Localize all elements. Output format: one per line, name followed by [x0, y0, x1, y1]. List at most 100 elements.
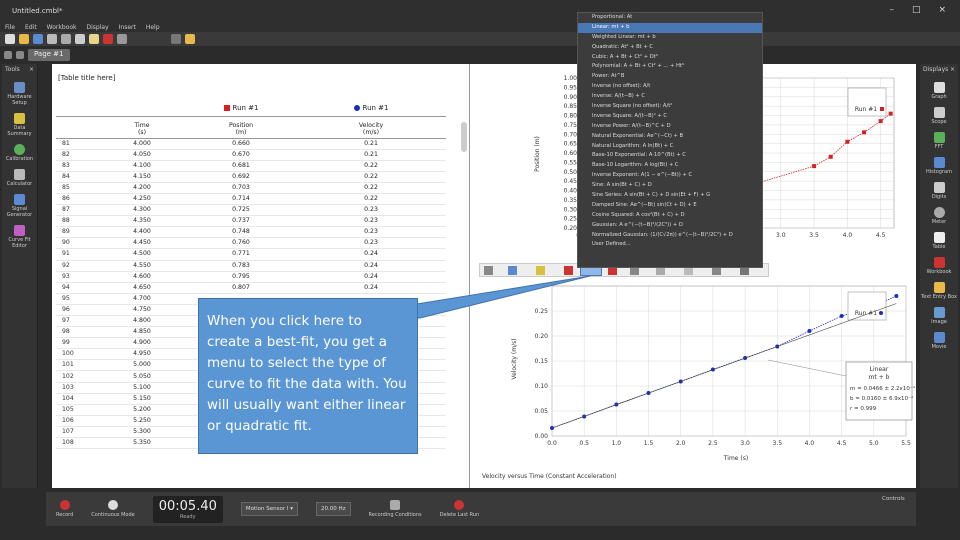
sample-rate-field[interactable]: 20.00 Hz — [316, 502, 351, 516]
recording-conditions-button[interactable]: Recording Conditions — [369, 500, 422, 518]
fit-menu-item[interactable]: Inverse Power: A/(t−B)^C + D — [578, 122, 762, 132]
fit-menu-item[interactable]: Cosine Squared: A cos²(Bt + C) + D — [578, 211, 762, 221]
display-graph[interactable]: Graph — [920, 82, 958, 100]
fit-menu-item[interactable]: Weighted Linear: mt + b — [578, 33, 762, 43]
table-row[interactable]: 93 4.600 0.795 0.24 — [56, 271, 446, 283]
maximize-button[interactable]: □ — [912, 5, 921, 15]
tool-calibration[interactable]: Calibration — [2, 144, 37, 162]
table-row[interactable]: 87 4.300 0.725 0.23 — [56, 204, 446, 217]
display-histogram[interactable]: Histogram — [920, 157, 958, 175]
menu-insert[interactable]: Insert — [119, 24, 136, 31]
fit-menu-item[interactable]: User Defined... — [578, 240, 762, 250]
col-header-time[interactable]: Time (s) — [98, 116, 186, 139]
fit-menu-item[interactable]: Inverse: A/(t−B) + C — [578, 92, 762, 102]
page-list-icon[interactable] — [16, 51, 24, 59]
display-table[interactable]: Table — [920, 232, 958, 250]
table-cell: 4.600 — [98, 271, 186, 283]
sidebar-toggle-icon[interactable] — [4, 51, 12, 59]
record-button[interactable]: Record — [56, 500, 73, 518]
new-file-icon[interactable] — [5, 34, 15, 44]
col-header-velocity[interactable]: Velocity (m/s) — [296, 116, 446, 139]
fit-menu-item[interactable]: Base-10 Logarithm: A log(Bt) + C — [578, 161, 762, 171]
tool-signal-generator[interactable]: Signal Generator — [2, 194, 37, 218]
table-row[interactable]: 84 4.150 0.692 0.22 — [56, 171, 446, 183]
fit-menu-item[interactable]: Base-10 Exponential: A·10^(Bt) + C — [578, 151, 762, 161]
table-row[interactable]: 94 4.650 0.807 0.24 — [56, 282, 446, 294]
table-row[interactable]: 85 4.200 0.703 0.22 — [56, 182, 446, 194]
table-title[interactable]: [Table title here] — [58, 74, 115, 82]
open-folder-icon[interactable] — [19, 34, 29, 44]
fit-menu-item[interactable]: Sine Series: A sin(Bt + C) + D sin(Et + … — [578, 191, 762, 201]
camera-icon[interactable] — [171, 34, 181, 44]
row-number: 100 — [56, 348, 98, 361]
row-number: 103 — [56, 382, 98, 394]
delete-icon[interactable] — [564, 266, 573, 275]
tool-curve-fit-editor[interactable]: Curve Fit Editor — [2, 225, 37, 249]
fit-menu-item[interactable]: Power: At^B — [578, 72, 762, 82]
fit-menu-item[interactable]: Proportional: At — [578, 13, 762, 23]
fit-menu-item[interactable]: Natural Logarithm: A ln(Bt) + C — [578, 142, 762, 152]
display-scope[interactable]: Scope — [920, 107, 958, 125]
table-row[interactable]: 86 4.250 0.714 0.22 — [56, 193, 446, 206]
table-row[interactable]: 88 4.350 0.737 0.23 — [56, 215, 446, 228]
table-row[interactable]: 81 4.000 0.660 0.21 — [56, 138, 446, 150]
tool-calculator[interactable]: Calculator — [2, 169, 37, 187]
mode-button[interactable]: Continuous Mode — [91, 500, 135, 518]
autoscale-icon[interactable] — [484, 266, 493, 275]
display-text-entry[interactable]: Text Entry Box — [920, 282, 958, 300]
tab-page-1[interactable]: Page #1 — [28, 49, 70, 61]
table-row[interactable]: 92 4.550 0.783 0.24 — [56, 260, 446, 272]
menu-file[interactable]: File — [5, 24, 15, 31]
table-scrollbar[interactable] — [461, 122, 467, 152]
x-tick-label: 3.0 — [776, 232, 786, 239]
fit-menu-item[interactable]: Inverse Square: A/(t−B)² + C — [578, 112, 762, 122]
display-movie[interactable]: Movie — [920, 332, 958, 350]
minimize-button[interactable]: – — [889, 5, 894, 15]
menu-display[interactable]: Display — [87, 24, 109, 31]
fit-menu-item[interactable]: Cubic: A + Bt + Ct² + Dt³ — [578, 53, 762, 63]
display-image[interactable]: Image — [920, 307, 958, 325]
fit-menu-item[interactable]: Inverse Square (no offset): A/t² — [578, 102, 762, 112]
fit-menu-item[interactable]: Normalized Gaussian: (1/(C√2π)) e^(−(t−B… — [578, 231, 762, 241]
table-row[interactable]: 90 4.450 0.760 0.23 — [56, 237, 446, 250]
fit-menu-item[interactable]: Quadratic: At² + Bt + C — [578, 43, 762, 53]
close-panel-icon[interactable]: × — [29, 66, 34, 73]
close-panel-icon[interactable]: × — [950, 66, 955, 73]
display-meter[interactable]: Meter — [920, 207, 958, 225]
fit-menu-item[interactable]: Natural Exponential: Ae^(−Ct) + B — [578, 132, 762, 142]
print-icon[interactable] — [47, 34, 57, 44]
tool-data-summary[interactable]: Data Summary — [2, 113, 37, 137]
close-button[interactable]: × — [938, 5, 946, 15]
display-workbook[interactable]: Workbook — [920, 257, 958, 275]
delete-last-run-button[interactable]: Delete Last Run — [440, 500, 479, 518]
save-icon[interactable] — [33, 34, 43, 44]
fit-menu-item[interactable]: Damped Sine: Ae^(−Bt) sin(Ct + D) + E — [578, 201, 762, 211]
snapshot-icon[interactable] — [185, 34, 195, 44]
display-fft[interactable]: FFT — [920, 132, 958, 150]
tool-hardware-setup[interactable]: Hardware Setup — [2, 82, 37, 106]
fit-menu-item[interactable]: Inverse (no offset): A/t — [578, 82, 762, 92]
table-row[interactable]: 83 4.100 0.681 0.22 — [56, 160, 446, 172]
cut-icon[interactable] — [61, 34, 71, 44]
undo-icon[interactable] — [117, 34, 127, 44]
select-data-icon[interactable] — [508, 266, 517, 275]
controls-panel[interactable]: Controls — [878, 492, 914, 526]
display-digits[interactable]: Digits — [920, 182, 958, 200]
sensor-select[interactable]: Motion Sensor I ▾ — [240, 502, 299, 516]
fit-menu-item[interactable]: Linear: mt + b — [578, 22, 762, 33]
paste-icon[interactable] — [89, 34, 99, 44]
fit-menu-item[interactable]: Inverse Exponent: A(1 − e^(−Bt)) + C — [578, 171, 762, 181]
menu-edit[interactable]: Edit — [25, 24, 37, 31]
fit-menu-item[interactable]: Polynomial: A + Bt + Ct² + ... + Ht⁶ — [578, 62, 762, 72]
fit-menu-item[interactable]: Sine: A sin(Bt + C) + D — [578, 181, 762, 191]
copy-icon[interactable] — [75, 34, 85, 44]
add-annotation-icon[interactable] — [536, 266, 545, 275]
table-row[interactable]: 82 4.050 0.670 0.21 — [56, 149, 446, 161]
menu-help[interactable]: Help — [146, 24, 160, 31]
menu-workbook[interactable]: Workbook — [47, 24, 77, 31]
table-row[interactable]: 91 4.500 0.771 0.24 — [56, 248, 446, 261]
table-row[interactable]: 89 4.400 0.748 0.23 — [56, 226, 446, 239]
stop-icon[interactable] — [103, 34, 113, 44]
col-header-position[interactable]: Position (m) — [186, 116, 296, 139]
fit-menu-item[interactable]: Gaussian: A e^(−(t−B)²/(2C²)) + D — [578, 221, 762, 231]
